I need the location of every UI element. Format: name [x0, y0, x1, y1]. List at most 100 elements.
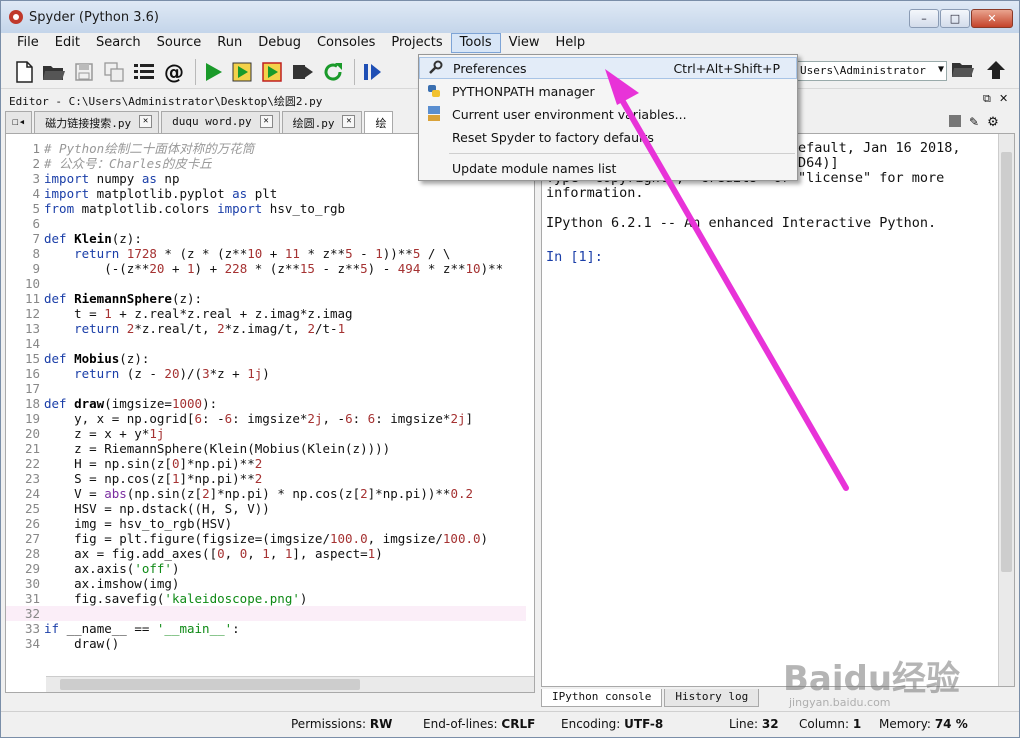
tab-ipython-console[interactable]: IPython console	[541, 689, 663, 707]
horizontal-scrollbar[interactable]	[46, 676, 534, 692]
code-line[interactable]: 7 def Klein(z):	[6, 231, 526, 246]
menu-consoles[interactable]: Consoles	[309, 33, 383, 53]
working-directory-combo[interactable]: Users\Administrator ▼	[795, 61, 947, 81]
code-line[interactable]: 16 return (z - 20)/(3*z + 1j)	[6, 366, 526, 381]
code-line[interactable]: 24 V = abs(np.sin(z[2]*np.pi) * np.cos(z…	[6, 486, 526, 501]
line-number: 22	[24, 456, 40, 471]
close-tab-icon[interactable]: ✕	[259, 115, 273, 128]
menu-file[interactable]: File	[9, 33, 47, 53]
code-line[interactable]: 6	[6, 216, 526, 231]
code-line[interactable]: 14	[6, 336, 526, 351]
eraser-icon[interactable]: ✎	[969, 115, 979, 130]
code-line[interactable]: 34 draw()	[6, 636, 526, 651]
code-text: img = hsv_to_rgb(HSV)	[44, 516, 233, 531]
code-line[interactable]: 11 def RiemannSphere(z):	[6, 291, 526, 306]
code-line[interactable]: 17	[6, 381, 526, 396]
menu-help[interactable]: Help	[548, 33, 594, 53]
vertical-scrollbar[interactable]	[998, 134, 1014, 686]
encoding-status: Encoding: UTF-8	[561, 717, 664, 731]
code-line[interactable]: 28 ax = fig.add_axes([0, 0, 1, 1], aspec…	[6, 546, 526, 561]
code-line[interactable]: 33 if __name__ == '__main__':	[6, 621, 526, 636]
tab-label: duqu word.py	[172, 115, 252, 128]
menu-view[interactable]: View	[501, 33, 548, 53]
line-number: 26	[24, 516, 40, 531]
run-cell-advance-icon[interactable]	[260, 59, 286, 85]
close-pane-icon[interactable]: ✕	[999, 92, 1008, 105]
permissions-status: Permissions: RW	[291, 717, 393, 731]
code-line[interactable]: 13 return 2*z.real/t, 2*z.imag/t, 2/t-1	[6, 321, 526, 336]
menu-run[interactable]: Run	[209, 33, 250, 53]
gear-icon[interactable]: ⚙	[987, 115, 999, 130]
maximize-button[interactable]: □	[940, 9, 970, 28]
menu-debug[interactable]: Debug	[250, 33, 309, 53]
scrollbar-thumb[interactable]	[60, 679, 360, 690]
menu-item-pythonpath[interactable]: PYTHONPATH manager	[419, 80, 797, 102]
tab-file-1[interactable]: 磁力链接搜索.py ✕	[34, 111, 160, 133]
menu-item-reset[interactable]: Reset Spyder to factory defaults	[419, 126, 797, 148]
undock-icon[interactable]: ⧉	[983, 92, 991, 106]
tab-file-2[interactable]: duqu word.py ✕	[161, 111, 280, 133]
code-line[interactable]: 5 from matplotlib.colors import hsv_to_rg…	[6, 201, 526, 216]
code-line[interactable]: 29 ax.axis('off')	[6, 561, 526, 576]
close-tab-icon[interactable]: ✕	[139, 115, 153, 128]
tab-file-3[interactable]: 绘圆.py ✕	[281, 111, 363, 133]
open-folder-icon[interactable]	[41, 59, 67, 85]
code-line[interactable]: 32	[6, 606, 526, 621]
close-tab-icon[interactable]: ✕	[342, 115, 356, 128]
run-icon[interactable]	[200, 59, 226, 85]
menu-tools[interactable]: Tools	[450, 33, 501, 53]
scrollbar-thumb[interactable]	[1001, 152, 1012, 572]
browse-folder-icon[interactable]	[951, 59, 975, 85]
menu-item-update-modules[interactable]: Update module names list	[419, 157, 797, 179]
code-line[interactable]: 21 z = RiemannSphere(Klein(Mobius(Klein(…	[6, 441, 526, 456]
run-selection-icon[interactable]	[290, 59, 316, 85]
code-text: import numpy as np	[44, 171, 180, 186]
wrench-icon	[420, 60, 450, 76]
outline-list-icon[interactable]	[131, 59, 157, 85]
tab-history-log[interactable]: History log	[664, 689, 760, 707]
at-symbol-icon[interactable]: @	[161, 59, 187, 85]
stop-icon[interactable]	[949, 115, 961, 127]
menu-item-environment[interactable]: Current user environment variables...	[419, 103, 797, 125]
menu-search[interactable]: Search	[88, 33, 149, 53]
code-line[interactable]: 10	[6, 276, 526, 291]
code-text: if __name__ == '__main__':	[44, 621, 240, 636]
run-cell-icon[interactable]	[230, 59, 256, 85]
menu-source[interactable]: Source	[149, 33, 210, 53]
browse-tabs-icon[interactable]: ☐◂	[5, 111, 33, 133]
rerun-icon[interactable]	[320, 59, 346, 85]
code-text: ax.axis('off')	[44, 561, 180, 576]
chevron-down-icon[interactable]: ▼	[938, 64, 944, 75]
code-editor[interactable]: 1 # Python绘制二十面体对称的万花筒 2 # 公众号：Charles的皮卡丘 3…	[5, 133, 535, 693]
code-line[interactable]: 22 H = np.sin(z[0]*np.pi)**2	[6, 456, 526, 471]
code-line[interactable]: 9 (-(z**20 + 1) + 228 * (z**15 - z**5) -…	[6, 261, 526, 276]
code-line[interactable]: 31 fig.savefig('kaleidoscope.png')	[6, 591, 526, 606]
code-line[interactable]: 20 z = x + y*1j	[6, 426, 526, 441]
code-line[interactable]: 12 t = 1 + z.real*z.real + z.imag*z.imag	[6, 306, 526, 321]
save-all-icon[interactable]	[101, 59, 127, 85]
save-icon[interactable]	[71, 59, 97, 85]
new-file-icon[interactable]	[11, 59, 37, 85]
menu-item-preferences[interactable]: Preferences Ctrl+Alt+Shift+P	[419, 57, 797, 79]
code-line[interactable]: 23 S = np.cos(z[1]*np.pi)**2	[6, 471, 526, 486]
code-line[interactable]: 15 def Mobius(z):	[6, 351, 526, 366]
minimize-button[interactable]: –	[909, 9, 939, 28]
close-button[interactable]: ✕	[971, 9, 1013, 28]
code-line[interactable]: 19 y, x = np.ogrid[6: -6: imgsize*2j, -6…	[6, 411, 526, 426]
debug-icon[interactable]	[359, 59, 385, 85]
code-line[interactable]: 18 def draw(imgsize=1000):	[6, 396, 526, 411]
code-line[interactable]: 27 fig = plt.figure(figsize=(imgsize/100…	[6, 531, 526, 546]
code-line[interactable]: 30 ax.imshow(img)	[6, 576, 526, 591]
code-text: def RiemannSphere(z):	[44, 291, 203, 306]
menu-edit[interactable]: Edit	[47, 33, 88, 53]
parent-directory-icon[interactable]	[985, 59, 1007, 85]
tab-label: 绘圆.py	[292, 117, 335, 130]
line-number: 33	[24, 621, 40, 636]
tab-file-4[interactable]: 绘	[364, 111, 394, 133]
ipython-console[interactable]: default, Jan 16 2018, MD64)]Type "copyri…	[541, 133, 1015, 687]
code-line[interactable]: 4 import matplotlib.pyplot as plt	[6, 186, 526, 201]
code-line[interactable]: 25 HSV = np.dstack((H, S, V))	[6, 501, 526, 516]
code-line[interactable]: 8 return 1728 * (z * (z**10 + 11 * z**5 …	[6, 246, 526, 261]
code-line[interactable]: 26 img = hsv_to_rgb(HSV)	[6, 516, 526, 531]
menu-projects[interactable]: Projects	[383, 33, 450, 53]
